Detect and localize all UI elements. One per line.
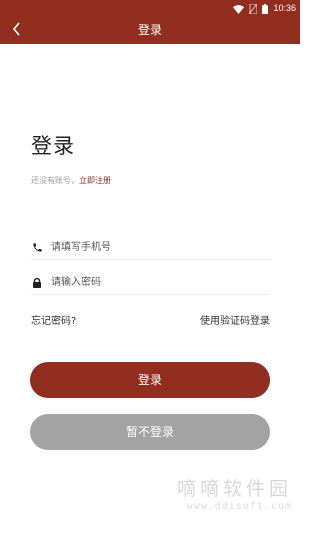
page-title: 登录: [31, 134, 75, 158]
register-link[interactable]: 立即注册: [79, 176, 111, 185]
phone-input[interactable]: [51, 237, 251, 258]
code-login-link[interactable]: 使用验证码登录: [200, 315, 270, 329]
app-bar-title: 登录: [137, 23, 162, 37]
watermark-url: www.ddisoft.com: [186, 501, 292, 512]
no-sim-icon: [249, 0, 258, 18]
status-bar: 10:36: [0, 0, 300, 16]
watermark: 嘀嘀软件园 www.ddisoft.com: [177, 478, 292, 514]
phone-field: [31, 236, 270, 260]
forgot-password-link[interactable]: 忘记密码?: [31, 315, 76, 329]
watermark-name: 嘀嘀软件园: [176, 478, 292, 500]
login-button[interactable]: 登录: [30, 362, 270, 398]
register-prompt-text: 还没有账号，: [31, 176, 79, 185]
skip-login-button[interactable]: 暂不登录: [30, 414, 270, 450]
lock-icon: [31, 277, 43, 289]
wifi-icon: [233, 0, 245, 18]
status-icons: 10:36: [233, 2, 296, 14]
app-bar: 登录: [0, 16, 300, 44]
battery-icon: [262, 0, 269, 18]
phone-icon: [31, 242, 43, 254]
register-prompt-line: 还没有账号，立即注册: [31, 175, 111, 186]
password-input[interactable]: [51, 272, 251, 293]
password-field: [31, 271, 270, 295]
login-screen: 10:36 登录 登录 还没有账号，立即注册 忘记密码? 使用验证码登录 登录 …: [0, 0, 300, 534]
status-time: 10:36: [273, 3, 296, 13]
